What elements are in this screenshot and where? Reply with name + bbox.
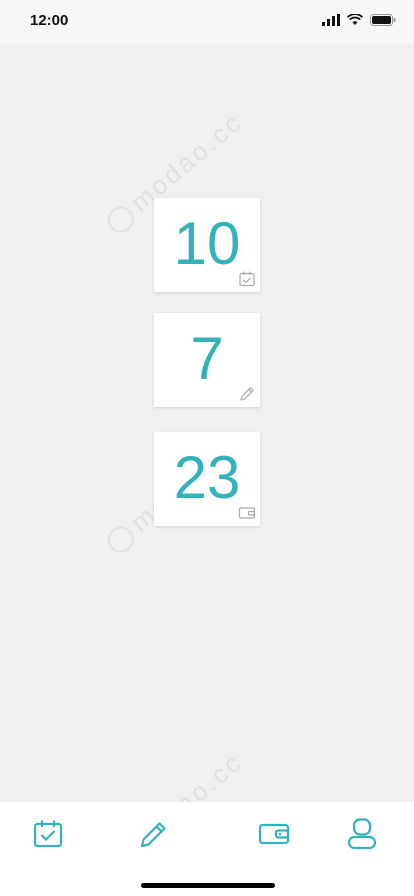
pencil-icon (240, 387, 254, 401)
tab-calendar-check-icon[interactable] (32, 818, 64, 850)
wallet-count-card[interactable]: 23 (154, 432, 260, 526)
calendar-count-card[interactable]: 10 (154, 198, 260, 292)
wifi-icon (347, 14, 363, 25)
notes-count-card[interactable]: 7 (154, 313, 260, 407)
card-value: 7 (190, 325, 224, 392)
tab-wallet-icon[interactable] (258, 818, 290, 850)
wallet-icon (238, 507, 256, 519)
card-value: 10 (173, 210, 241, 277)
watermark-face-icon (102, 521, 140, 559)
home-indicator-area (0, 862, 414, 896)
tab-pencil-icon[interactable] (138, 818, 170, 850)
tab-bar (0, 802, 414, 862)
calendar-check-icon (239, 271, 255, 287)
card-value: 23 (173, 444, 241, 511)
tab-user-icon[interactable] (346, 818, 378, 850)
status-icons (322, 14, 396, 26)
status-time: 12:00 (30, 12, 69, 29)
battery-icon (370, 14, 396, 26)
status-bar: 12:00 (0, 0, 414, 44)
home-indicator[interactable] (141, 883, 275, 888)
signal-icon (322, 14, 340, 26)
watermark-face-icon (102, 201, 140, 239)
